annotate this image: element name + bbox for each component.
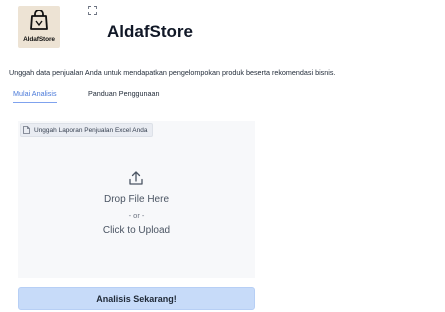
logo: AldafStore — [18, 6, 60, 48]
file-icon — [23, 126, 30, 134]
file-upload-dropzone[interactable]: Unggah Laporan Penjualan Excel Anda Drop… — [18, 121, 255, 278]
or-separator: - or - — [128, 211, 145, 220]
tab-bar: Mulai Analisis Panduan Penggunaan — [9, 89, 439, 104]
expand-icon[interactable] — [88, 6, 97, 15]
app-title: AldafStore — [107, 22, 193, 41]
tab-panduan-penggunaan[interactable]: Panduan Penggunaan — [88, 89, 160, 102]
upload-label-text: Unggah Laporan Penjualan Excel Anda — [34, 126, 148, 134]
upload-label: Unggah Laporan Penjualan Excel Anda — [20, 123, 154, 137]
shopping-bag-icon — [30, 10, 48, 30]
tab-mulai-analisis[interactable]: Mulai Analisis — [13, 89, 57, 103]
upload-icon[interactable] — [128, 170, 144, 186]
app-header: AldafStore AldafStore — [18, 6, 438, 48]
analyze-now-button[interactable]: Analisis Sekarang! — [18, 287, 255, 310]
page-description: Unggah data penjualan Anda untuk mendapa… — [9, 68, 336, 77]
logo-text: AldafStore — [23, 36, 55, 43]
drop-file-text: Drop File Here — [103, 194, 170, 205]
click-to-upload-text[interactable]: Click to Upload — [18, 225, 255, 236]
